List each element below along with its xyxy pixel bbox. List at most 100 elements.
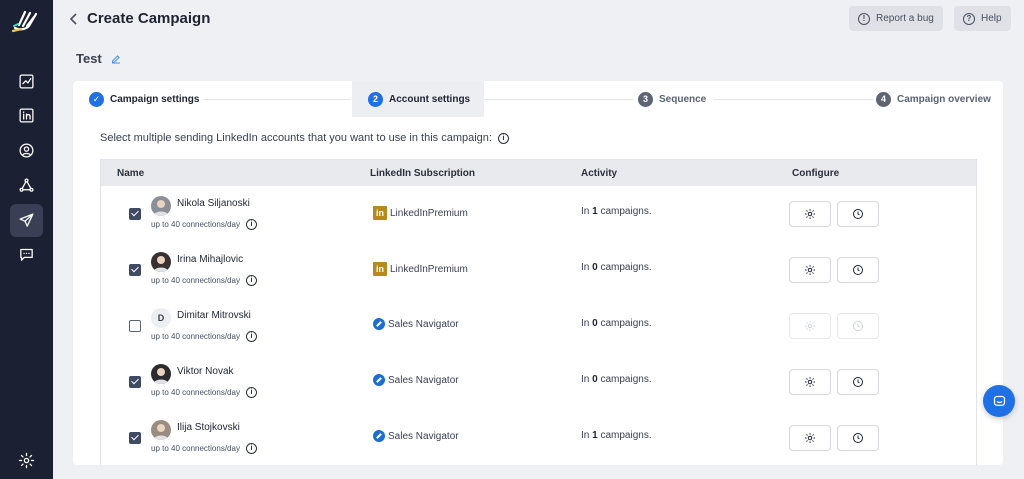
gear-icon [805,433,815,443]
nav-linkedin[interactable] [10,99,43,132]
step-campaign-settings[interactable]: ✓ Campaign settings [89,81,199,117]
step-campaign-overview[interactable]: 4 Campaign overview [876,81,991,117]
account-name: Dimitar Mitrovski [177,310,251,321]
subscription-label: Sales Navigator [388,374,459,386]
step-account-settings[interactable]: 2 Account settings [352,81,485,117]
info-icon[interactable]: i [245,275,257,286]
activity-suffix: campaigns. [600,430,652,441]
configure-settings-button[interactable] [789,425,831,451]
connection-limit-text: up to 40 connections/day [151,220,240,229]
subscription-label: Sales Navigator [388,430,459,442]
support-chat-button[interactable] [983,385,1015,417]
nav-network[interactable] [10,169,43,202]
sales-navigator-icon [373,430,385,442]
nav-settings[interactable] [10,444,43,477]
subscription: Sales Navigator [373,374,459,386]
step-number: 3 [638,91,653,107]
configure-schedule-button[interactable] [837,369,879,395]
step-connector [483,99,633,100]
sidebar [0,0,53,479]
activity-count: 0 [592,318,598,329]
activity-suffix: campaigns. [600,374,652,385]
sales-navigator-icon [373,374,385,386]
activity-suffix: campaigns. [600,206,652,217]
activity: In 0 campaigns. [581,318,652,329]
campaign-name-text: Test [76,51,102,66]
activity-prefix: In [581,430,590,441]
nav-contacts[interactable] [10,134,43,167]
report-bug-button[interactable]: ! Report a bug [849,6,943,31]
configure-settings-button[interactable] [789,313,831,339]
avatar-photo-icon [153,368,169,384]
activity-prefix: In [581,318,590,329]
nav-campaigns[interactable] [10,204,43,237]
step-label: Campaign overview [897,93,991,105]
configure-schedule-button[interactable] [837,313,879,339]
info-icon[interactable]: i [245,331,257,342]
connection-limit-text: up to 40 connections/day [151,332,240,341]
activity: In 0 campaigns. [581,262,652,273]
avatar [151,420,171,440]
info-icon[interactable]: i [245,443,257,454]
table-row: Nikola Siljanoski up to 40 connections/da… [101,186,976,242]
account-checkbox[interactable] [129,208,141,220]
info-icon[interactable]: i [245,219,257,230]
linkedin-icon [19,108,34,123]
network-icon [19,178,34,192]
activity-count: 1 [592,430,598,441]
account-checkbox[interactable] [129,264,141,276]
gear-icon [805,209,815,219]
edit-icon[interactable] [110,53,122,65]
account-checkbox[interactable] [129,376,141,388]
configure-settings-button[interactable] [789,201,831,227]
connection-limit-text: up to 40 connections/day [151,388,240,397]
activity-suffix: campaigns. [600,262,652,273]
gear-icon [805,377,815,387]
activity: In 0 campaigns. [581,374,652,385]
brand-logo-icon[interactable] [11,8,41,34]
step-sequence[interactable]: 3 Sequence [638,81,706,117]
step-label: Sequence [659,93,707,105]
account-checkbox[interactable] [129,432,141,444]
table-row: Irina Mihajlovic up to 40 connections/day… [101,242,976,298]
connection-limit: up to 40 connections/day i [151,387,257,398]
question-icon: ? [963,12,975,25]
info-icon[interactable]: i [497,132,509,144]
configure-schedule-button[interactable] [837,425,879,451]
nav-messages[interactable] [10,238,43,271]
configure-schedule-button[interactable] [837,257,879,283]
column-header-subscription: LinkedIn Subscription [370,168,476,179]
instruction-text: Select multiple sending LinkedIn account… [100,132,509,144]
clock-icon [853,321,863,331]
subscription: Sales Navigator [373,430,459,442]
avatar-photo-icon [153,256,169,272]
connection-limit: up to 40 connections/day i [151,331,257,342]
page-title: Create Campaign [87,10,211,27]
gear-icon [805,265,815,275]
subscription-label: LinkedInPremium [390,263,468,275]
avatar: D [151,308,171,328]
configure-settings-button[interactable] [789,369,831,395]
gear-icon [805,321,815,331]
clock-icon [853,377,863,387]
account-name: Ilija Stojkovski [177,422,240,433]
chevron-left-icon[interactable] [67,11,81,27]
avatar [151,364,171,384]
linkedin-premium-icon: in [373,262,387,276]
instruction-label: Select multiple sending LinkedIn account… [100,132,492,144]
account-checkbox[interactable] [129,320,141,332]
info-icon[interactable]: i [245,387,257,398]
avatar-photo-icon [153,200,169,216]
table-row: Viktor Novak up to 40 connections/day i Sal… [101,354,976,410]
activity-count: 0 [592,374,598,385]
account-name: Nikola Siljanoski [177,198,250,209]
info-icon: ! [858,12,870,25]
step-number: 4 [876,91,891,107]
connection-limit: up to 40 connections/day i [151,443,257,454]
help-button[interactable]: ? Help [954,6,1011,31]
activity-count: 0 [592,262,598,273]
nav-analytics[interactable] [10,65,43,98]
configure-schedule-button[interactable] [837,201,879,227]
connection-limit-text: up to 40 connections/day [151,444,240,453]
configure-settings-button[interactable] [789,257,831,283]
